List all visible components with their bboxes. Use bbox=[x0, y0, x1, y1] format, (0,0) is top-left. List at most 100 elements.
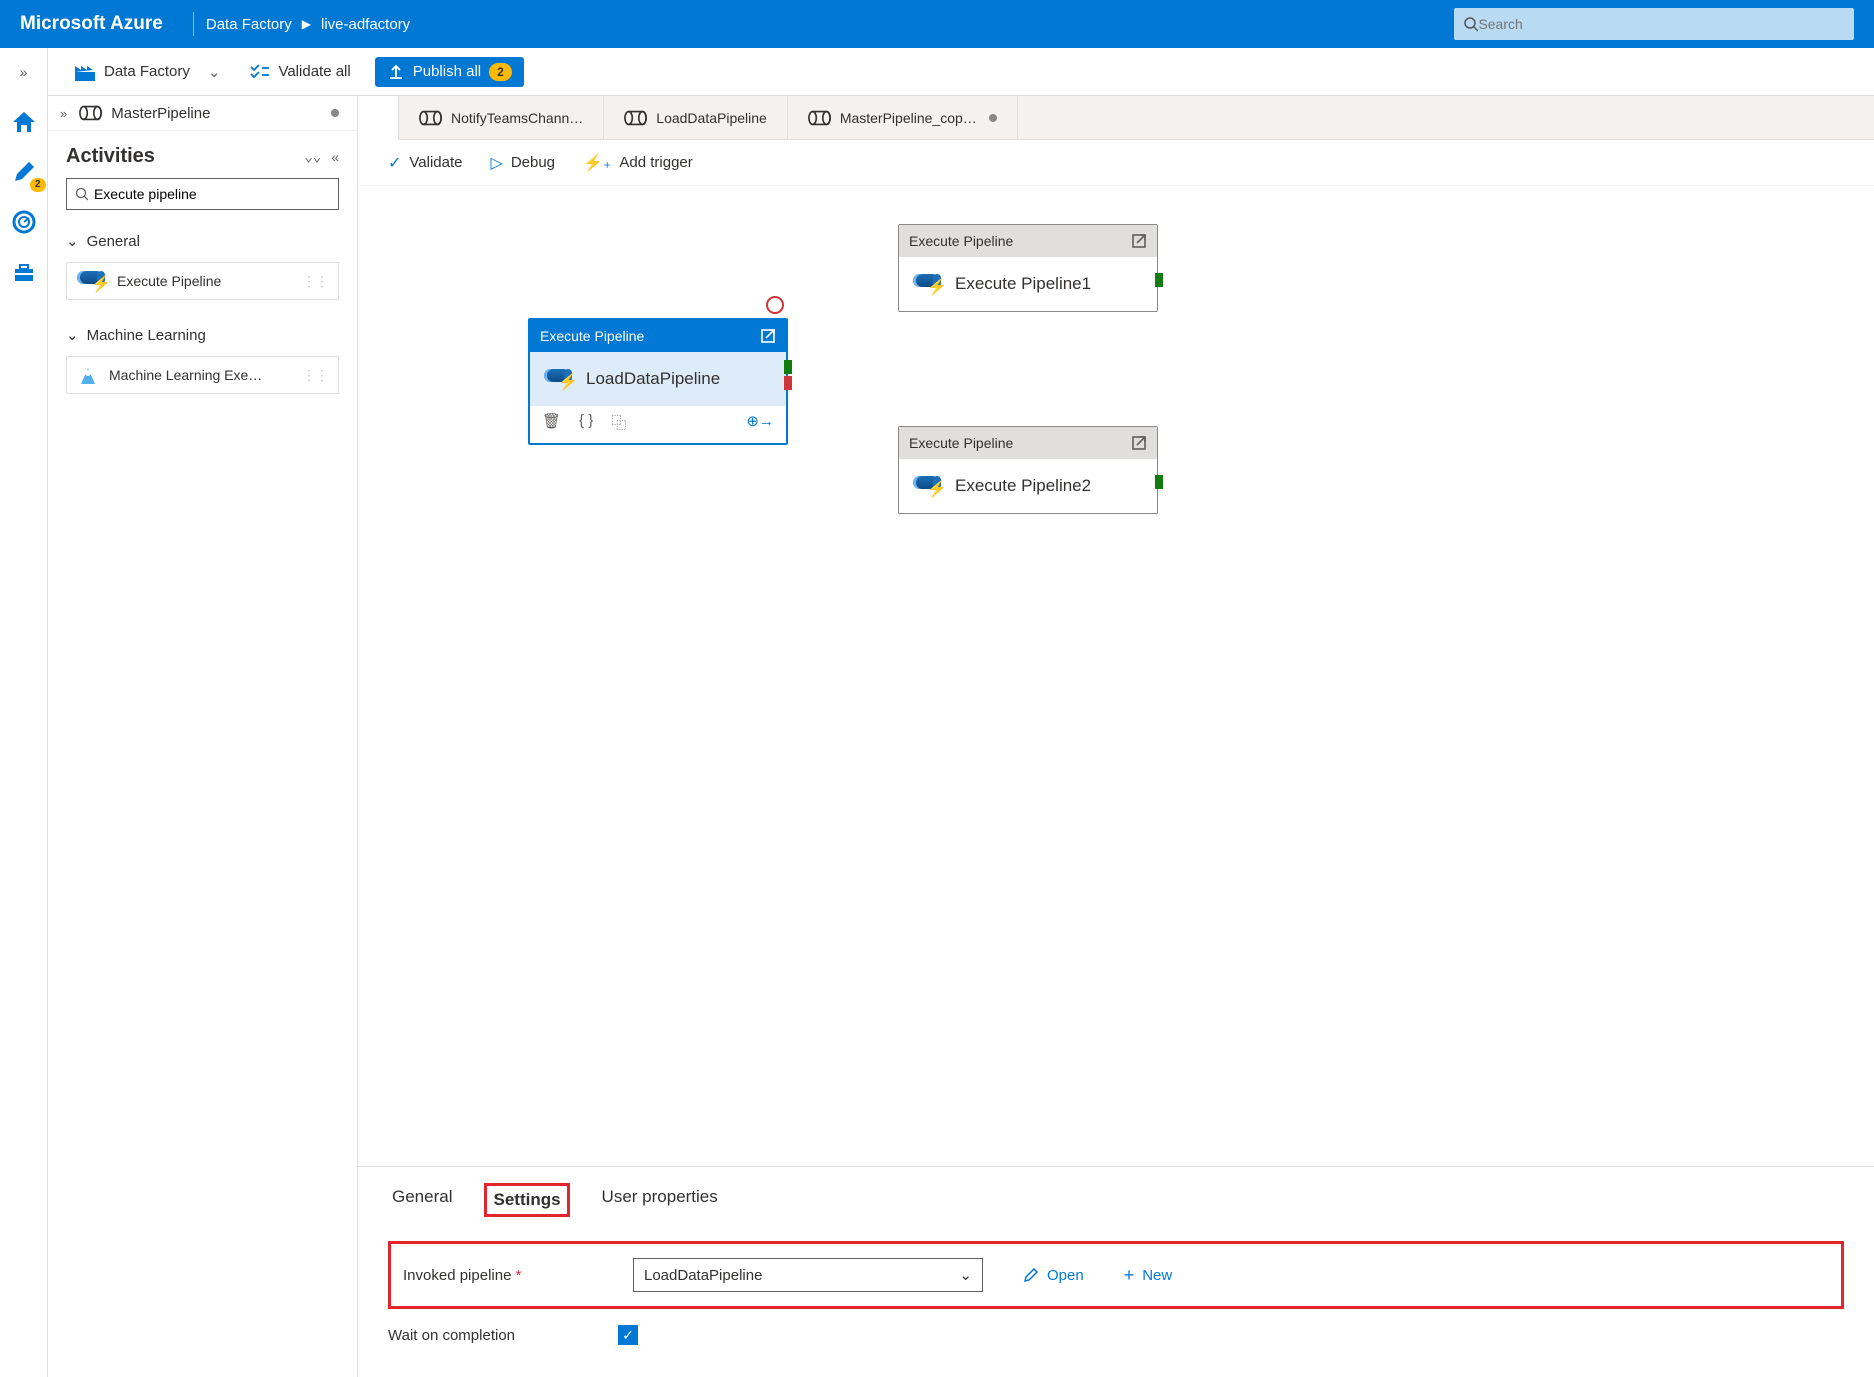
breadcrumb-resource[interactable]: live-adfactory bbox=[321, 16, 410, 33]
success-port[interactable] bbox=[1155, 273, 1163, 287]
canvas-toolbar: ✓Validate ▷Debug ⚡₊Add trigger bbox=[358, 140, 1874, 186]
add-output-icon[interactable]: ⊕→ bbox=[746, 412, 774, 433]
execute-pipeline-icon: ⚡ bbox=[913, 269, 943, 299]
node-execute-pipeline2[interactable]: Execute Pipeline ⚡ Execute Pipeline2 bbox=[898, 426, 1158, 514]
expand-rail-button[interactable]: » bbox=[8, 56, 40, 88]
node-execute-pipeline1[interactable]: Execute Pipeline ⚡ Execute Pipeline1 bbox=[898, 224, 1158, 312]
invoked-pipeline-row: Invoked pipeline * LoadDataPipeline ⌄ Op… bbox=[388, 1241, 1844, 1309]
activity-group-ml: ⌄Machine Learning Machine Learning Exe… … bbox=[48, 314, 357, 408]
wait-on-completion-checkbox[interactable]: ✓ bbox=[618, 1325, 638, 1345]
manage-button[interactable] bbox=[8, 256, 40, 288]
pipeline-canvas[interactable]: Execute Pipeline ⚡ LoadDataPipeline 🗑 { … bbox=[358, 186, 1874, 1166]
open-pipeline-icon[interactable] bbox=[1131, 233, 1147, 249]
activities-search-input[interactable] bbox=[94, 186, 330, 202]
group-toggle-general[interactable]: ⌄General bbox=[66, 224, 339, 258]
dirty-indicator bbox=[331, 109, 339, 117]
service-selector[interactable]: Data Factory ⌄ bbox=[68, 58, 226, 86]
home-icon bbox=[11, 109, 37, 135]
drag-handle-icon: ⋮⋮ bbox=[302, 273, 328, 290]
search-icon bbox=[75, 187, 88, 201]
azure-top-bar: Microsoft Azure Data Factory ▶ live-adfa… bbox=[0, 0, 1874, 48]
publish-all-button[interactable]: Publish all 2 bbox=[375, 57, 524, 87]
activity-group-general: ⌄General ⚡ Execute Pipeline ⋮⋮ bbox=[48, 220, 357, 314]
tab-masterpipeline-implicit bbox=[358, 96, 399, 140]
delete-icon[interactable]: 🗑 bbox=[542, 412, 561, 433]
authoring-panel: » MasterPipeline Activities ⌄⌄ « bbox=[48, 96, 358, 1377]
tab-notifyteams[interactable]: NotifyTeamsChann… bbox=[399, 96, 604, 139]
proptab-settings[interactable]: Settings bbox=[484, 1183, 569, 1217]
execute-pipeline-icon: ⚡ bbox=[544, 364, 574, 394]
current-pipeline-name: MasterPipeline bbox=[111, 105, 210, 122]
chevron-down-icon: ⌄ bbox=[959, 1266, 972, 1284]
invoked-pipeline-label: Invoked pipeline * bbox=[403, 1267, 613, 1284]
breadcrumb-service[interactable]: Data Factory bbox=[206, 16, 292, 33]
validate-all-button[interactable]: Validate all bbox=[244, 59, 356, 84]
execute-pipeline-icon: ⚡ bbox=[77, 266, 107, 296]
toolbox-icon bbox=[12, 260, 36, 284]
editor-tabs: NotifyTeamsChann… LoadDataPipeline Maste… bbox=[358, 96, 1874, 140]
canvas-area: NotifyTeamsChann… LoadDataPipeline Maste… bbox=[358, 96, 1874, 1377]
plus-icon: + bbox=[1124, 1265, 1135, 1286]
proptab-general[interactable]: General bbox=[388, 1183, 456, 1217]
chevron-right-icon: ▶ bbox=[302, 17, 311, 31]
expand-tree-button[interactable]: » bbox=[60, 106, 67, 121]
success-port[interactable] bbox=[1155, 475, 1163, 489]
pipeline-icon bbox=[808, 109, 832, 127]
monitor-button[interactable] bbox=[8, 206, 40, 238]
code-icon[interactable]: { } bbox=[579, 412, 593, 433]
group-toggle-ml[interactable]: ⌄Machine Learning bbox=[66, 318, 339, 352]
collapse-all-icon[interactable]: ⌄⌄ bbox=[304, 149, 321, 165]
invoked-pipeline-select[interactable]: LoadDataPipeline ⌄ bbox=[633, 1258, 983, 1292]
tab-loaddata[interactable]: LoadDataPipeline bbox=[604, 96, 788, 139]
collapse-panel-icon[interactable]: « bbox=[331, 149, 339, 165]
pencil-badge: 2 bbox=[30, 178, 46, 192]
azure-logo: Microsoft Azure bbox=[20, 13, 181, 35]
node-loaddatapipeline[interactable]: Execute Pipeline ⚡ LoadDataPipeline 🗑 { … bbox=[528, 318, 788, 445]
open-link-button[interactable]: Open bbox=[1023, 1267, 1084, 1284]
publish-icon bbox=[387, 63, 405, 81]
tab-masterpipeline-copy[interactable]: MasterPipeline_cop… bbox=[788, 96, 1018, 139]
debug-button[interactable]: ▷Debug bbox=[491, 153, 556, 173]
copy-icon[interactable]: ⿻ bbox=[611, 412, 626, 433]
properties-panel: General Settings User properties Invoked… bbox=[358, 1166, 1874, 1377]
add-trigger-button[interactable]: ⚡₊Add trigger bbox=[583, 153, 693, 173]
activity-ml-execute[interactable]: Machine Learning Exe… ⋮⋮ bbox=[66, 356, 339, 394]
open-pipeline-icon[interactable] bbox=[1131, 435, 1147, 451]
chevron-down-icon: ⌄ bbox=[66, 326, 79, 344]
chevron-down-icon: ⌄ bbox=[66, 232, 79, 250]
pipeline-icon bbox=[419, 109, 443, 127]
open-pipeline-icon[interactable] bbox=[760, 328, 776, 344]
publish-badge: 2 bbox=[489, 63, 512, 81]
proptab-userprops[interactable]: User properties bbox=[598, 1183, 722, 1217]
author-button[interactable]: 2 bbox=[8, 156, 40, 188]
activity-execute-pipeline[interactable]: ⚡ Execute Pipeline ⋮⋮ bbox=[66, 262, 339, 300]
check-icon: ✓ bbox=[388, 153, 401, 173]
drag-handle-icon: ⋮⋮ bbox=[302, 367, 328, 384]
pipeline-icon bbox=[624, 109, 648, 127]
pencil-icon bbox=[1023, 1267, 1039, 1283]
main-content: Data Factory ⌄ Validate all Publish all … bbox=[48, 48, 1874, 1377]
divider bbox=[193, 12, 194, 36]
failure-port[interactable] bbox=[784, 376, 792, 390]
gauge-icon bbox=[12, 210, 36, 234]
service-toolbar: Data Factory ⌄ Validate all Publish all … bbox=[48, 48, 1874, 96]
activities-header: Activities ⌄⌄ « bbox=[48, 131, 357, 178]
properties-tabs: General Settings User properties bbox=[388, 1183, 1844, 1217]
wait-on-completion-row: Wait on completion ✓ bbox=[388, 1325, 1844, 1345]
global-search[interactable] bbox=[1454, 8, 1854, 40]
factory-icon bbox=[74, 62, 96, 82]
success-port[interactable] bbox=[784, 360, 792, 374]
breakpoint-indicator[interactable] bbox=[766, 296, 784, 314]
new-link-button[interactable]: + New bbox=[1124, 1265, 1173, 1286]
dirty-indicator bbox=[989, 114, 997, 122]
activities-search[interactable] bbox=[66, 178, 339, 210]
lightning-icon: ⚡₊ bbox=[583, 153, 611, 173]
play-icon: ▷ bbox=[491, 153, 503, 173]
activities-title: Activities bbox=[66, 145, 155, 168]
global-search-input[interactable] bbox=[1478, 16, 1844, 32]
pipeline-icon bbox=[79, 104, 103, 122]
home-button[interactable] bbox=[8, 106, 40, 138]
validate-button[interactable]: ✓Validate bbox=[388, 153, 463, 173]
pipeline-tab-head[interactable]: » MasterPipeline bbox=[48, 96, 357, 131]
left-rail: » 2 bbox=[0, 48, 48, 1377]
